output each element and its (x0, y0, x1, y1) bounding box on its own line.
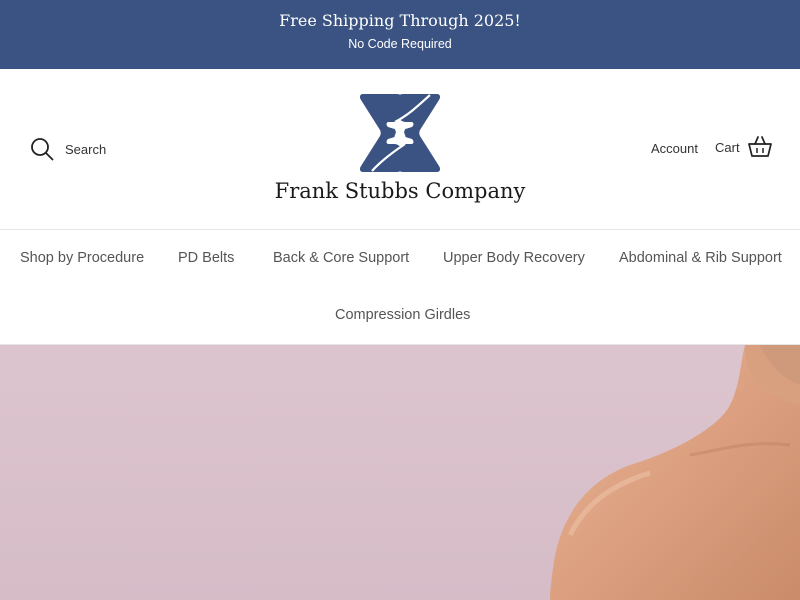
cart-icon (747, 136, 772, 157)
main-navigation: Shop by Procedure PD Belts Back & Core S… (0, 230, 800, 345)
announcement-subtitle: No Code Required (348, 37, 452, 51)
nav-shop-by-procedure[interactable]: Shop by Procedure (20, 250, 144, 266)
account-link[interactable]: Account (651, 141, 698, 156)
nav-upper-body-recovery[interactable]: Upper Body Recovery (443, 250, 585, 266)
nav-back-core-support[interactable]: Back & Core Support (273, 250, 409, 266)
nav-compression-girdles[interactable]: Compression Girdles (335, 307, 470, 323)
hero-banner (0, 345, 800, 600)
hero-image (550, 345, 800, 600)
search-label: Search (65, 141, 107, 157)
nav-pd-belts[interactable]: PD Belts (178, 250, 234, 266)
search-icon (31, 138, 54, 161)
nav-abdominal-rib-support[interactable]: Abdominal & Rib Support (619, 250, 782, 266)
brand-name[interactable]: Frank Stubbs Company (0, 179, 800, 203)
announcement-bar: Free Shipping Through 2025! No Code Requ… (0, 0, 800, 69)
cart-button[interactable]: Cart (715, 136, 772, 158)
cart-label: Cart (715, 139, 740, 155)
logo-mark[interactable] (360, 92, 440, 174)
search-button[interactable]: Search (30, 137, 106, 161)
announcement-title: Free Shipping Through 2025! (279, 11, 521, 30)
site-header: Search Frank Stubbs Company Account Cart (0, 69, 800, 230)
